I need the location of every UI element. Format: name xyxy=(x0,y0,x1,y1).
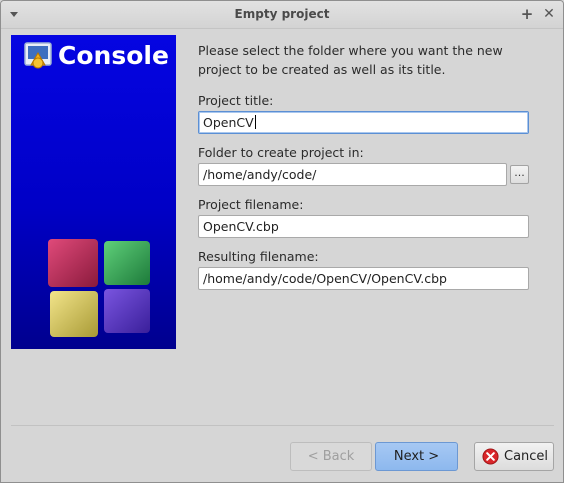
project-title-value: OpenCV xyxy=(203,115,254,130)
folder-input[interactable]: /home/andy/code/ xyxy=(198,163,507,186)
close-icon[interactable]: ✕ xyxy=(542,5,556,23)
cancel-icon xyxy=(482,448,499,465)
wizard-banner: Console xyxy=(11,35,176,349)
project-title-input[interactable]: OpenCV xyxy=(198,111,529,134)
project-filename-label: Project filename: xyxy=(198,197,304,212)
maximize-icon[interactable]: + xyxy=(520,5,534,23)
cancel-button[interactable]: Cancel xyxy=(474,442,554,471)
resulting-filename-label: Resulting filename: xyxy=(198,249,319,264)
resulting-filename-input[interactable]: /home/andy/code/OpenCV/OpenCV.cbp xyxy=(198,267,529,290)
folder-label: Folder to create project in: xyxy=(198,145,364,160)
window-title: Empty project xyxy=(234,7,330,21)
text-caret xyxy=(254,115,256,129)
intro-text: Please select the folder where you want … xyxy=(198,43,503,77)
browse-folder-button[interactable]: ... xyxy=(510,165,529,184)
dialog-window: Empty project + ✕ Console Please select … xyxy=(0,0,564,483)
cubes-graphic xyxy=(48,239,150,337)
project-title-label: Project title: xyxy=(198,93,274,108)
codeblocks-logo-icon xyxy=(24,42,52,69)
cancel-label: Cancel xyxy=(504,449,549,464)
next-button[interactable]: Next > xyxy=(375,442,458,471)
titlebar[interactable]: Empty project + ✕ xyxy=(1,1,563,29)
banner-title: Console xyxy=(58,41,169,70)
project-filename-input[interactable]: OpenCV.cbp xyxy=(198,215,529,238)
back-button[interactable]: < Back xyxy=(290,442,372,471)
button-separator xyxy=(11,425,554,426)
